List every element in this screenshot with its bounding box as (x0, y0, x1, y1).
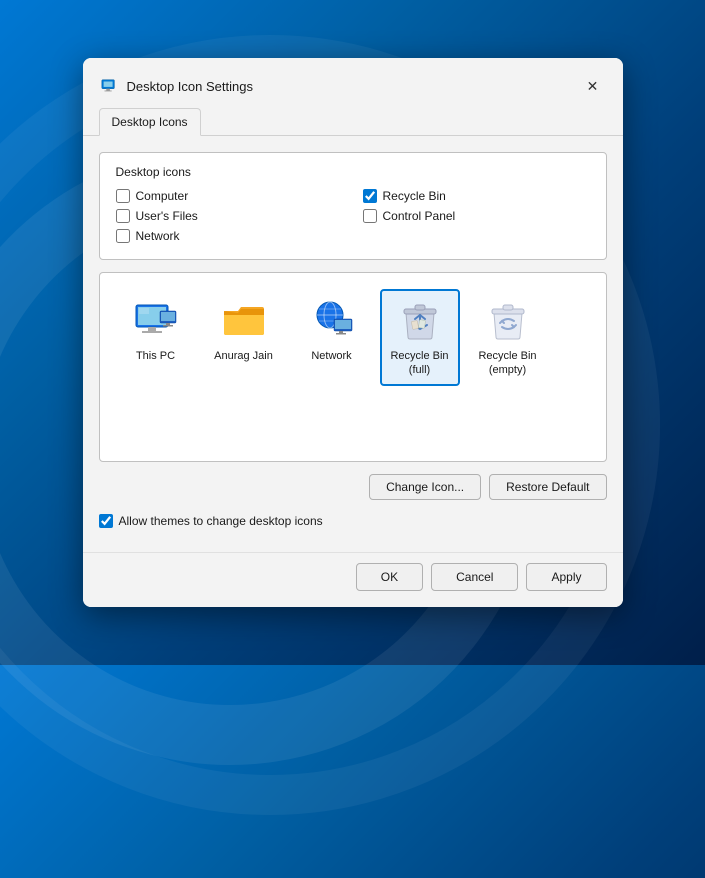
this-pc-icon (132, 297, 180, 345)
footer-buttons: OK Cancel Apply (356, 563, 607, 591)
checkbox-computer-label: Computer (136, 189, 189, 203)
allow-themes-checkbox[interactable]: Allow themes to change desktop icons (99, 514, 607, 536)
checkbox-computer[interactable]: Computer (116, 189, 343, 203)
dialog-icon (99, 76, 119, 96)
dialog-body: Desktop icons Computer Recycle Bin User'… (83, 136, 623, 552)
restore-default-button[interactable]: Restore Default (489, 474, 606, 500)
allow-themes-input[interactable] (99, 514, 113, 528)
tab-desktop-icons[interactable]: Desktop Icons (99, 108, 201, 136)
allow-themes-label: Allow themes to change desktop icons (119, 514, 323, 528)
checkbox-users-files[interactable]: User's Files (116, 209, 343, 223)
dialog-footer: OK Cancel Apply (83, 552, 623, 607)
checkbox-computer-input[interactable] (116, 189, 130, 203)
icon-item-recycle-bin-full[interactable]: Recycle Bin(full) (380, 289, 460, 386)
checkbox-network-label: Network (136, 229, 180, 243)
checkboxes-grid: Computer Recycle Bin User's Files Contro… (116, 189, 590, 243)
checkbox-users-files-input[interactable] (116, 209, 130, 223)
dialog-title: Desktop Icon Settings (127, 79, 253, 94)
close-button[interactable]: ✕ (579, 72, 607, 100)
checkbox-control-panel-input[interactable] (363, 209, 377, 223)
icon-item-network[interactable]: Network (292, 289, 372, 371)
section-label: Desktop icons (116, 165, 590, 179)
change-icon-button[interactable]: Change Icon... (369, 474, 481, 500)
network-icon (308, 297, 356, 345)
checkbox-recycle-bin[interactable]: Recycle Bin (363, 189, 590, 203)
icon-item-this-pc[interactable]: This PC (116, 289, 196, 371)
cancel-button[interactable]: Cancel (431, 563, 518, 591)
checkbox-recycle-bin-input[interactable] (363, 189, 377, 203)
checkbox-recycle-bin-label: Recycle Bin (383, 189, 446, 203)
ok-button[interactable]: OK (356, 563, 423, 591)
icon-action-buttons: Change Icon... Restore Default (99, 474, 607, 500)
desktop-icon-settings-dialog: Desktop Icon Settings ✕ Desktop Icons De… (83, 58, 623, 607)
title-bar-left: Desktop Icon Settings (99, 76, 253, 96)
recycle-bin-full-label: Recycle Bin(full) (390, 349, 448, 378)
checkbox-network[interactable]: Network (116, 229, 343, 243)
checkbox-control-panel-label: Control Panel (383, 209, 456, 223)
checkbox-control-panel[interactable]: Control Panel (363, 209, 590, 223)
anurag-jain-label: Anurag Jain (214, 349, 273, 363)
recycle-bin-full-icon (396, 297, 444, 345)
network-label: Network (311, 349, 351, 363)
checkbox-network-input[interactable] (116, 229, 130, 243)
recycle-bin-empty-icon (484, 297, 532, 345)
apply-button[interactable]: Apply (526, 563, 606, 591)
icon-item-recycle-bin-empty[interactable]: Recycle Bin(empty) (468, 289, 548, 386)
checkbox-users-files-label: User's Files (136, 209, 198, 223)
icon-preview-area: This PC Anurag Jain (99, 272, 607, 462)
desktop-icons-section: Desktop icons Computer Recycle Bin User'… (99, 152, 607, 260)
this-pc-label: This PC (136, 349, 175, 363)
folder-icon (220, 297, 268, 345)
tab-bar: Desktop Icons (83, 100, 623, 136)
icon-item-anurag-jain[interactable]: Anurag Jain (204, 289, 284, 371)
recycle-bin-empty-label: Recycle Bin(empty) (478, 349, 536, 378)
title-bar: Desktop Icon Settings ✕ (83, 58, 623, 100)
